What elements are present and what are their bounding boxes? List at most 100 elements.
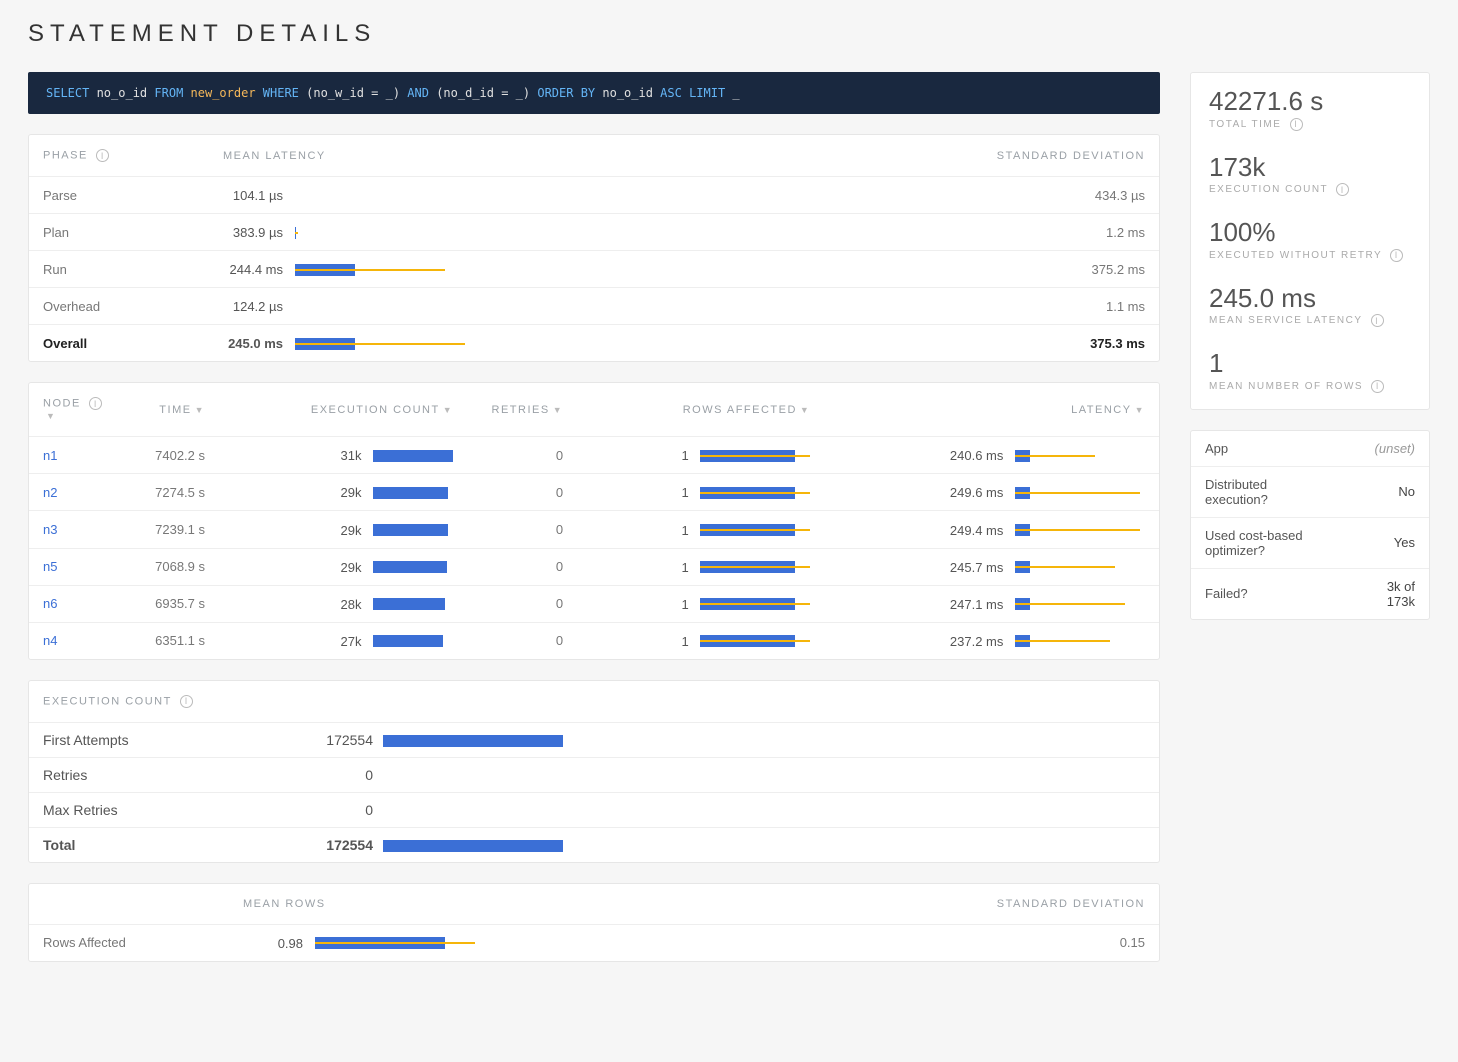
std-dev-header[interactable]: Standard Deviation [959, 135, 1159, 177]
info-icon[interactable]: i [1371, 380, 1384, 393]
exec-value: 0 [303, 767, 373, 783]
time-value: 7402.2 s [129, 437, 219, 474]
phase-latency-panel: Phase i Mean Latency Standard Deviation … [28, 134, 1160, 362]
rows-affected-table: Mean Rows Standard Deviation Rows Affect… [29, 884, 1159, 961]
rows-value: 1 [577, 474, 824, 511]
mean-rows-header[interactable]: Mean Rows [229, 884, 959, 925]
exec-count-value: 31k [219, 437, 467, 474]
stat-total-time: 42271.6 s Total Time i [1191, 73, 1429, 139]
exec-count-row: First Attempts 172554 [29, 723, 1159, 758]
phase-label: Parse [29, 177, 209, 214]
rows-value: 1 [577, 622, 824, 659]
info-icon[interactable]: i [1336, 183, 1349, 196]
info-icon[interactable]: i [1390, 249, 1403, 262]
sort-caret-icon[interactable]: ▼ [46, 411, 56, 421]
exec-count-value: 29k [219, 474, 467, 511]
mean-latency-value: 383.9 µs [209, 214, 959, 251]
std-dev-value: 0.15 [959, 924, 1159, 961]
time-header[interactable]: Time▼ [129, 383, 219, 437]
table-row: n3 7239.1 s 29k 0 1 249.4 ms [29, 511, 1159, 548]
phase-latency-table: Phase i Mean Latency Standard Deviation … [29, 135, 1159, 361]
rows-value: 1 [577, 548, 824, 585]
node-stats-panel: Node i ▼ Time▼ Execution Count▼ Retries▼ [28, 382, 1160, 659]
mean-latency-header[interactable]: Mean Latency [209, 135, 959, 177]
rows-value: 1 [577, 437, 824, 474]
meta-failed-row: Failed? 3k of 173k [1191, 568, 1429, 619]
info-icon[interactable]: i [1371, 314, 1384, 327]
node-link[interactable]: n3 [29, 511, 129, 548]
retries-value: 0 [467, 511, 577, 548]
exec-count-value: 29k [219, 548, 467, 585]
sort-caret-icon[interactable]: ▼ [195, 405, 205, 415]
exec-count-row: Retries 0 [29, 758, 1159, 793]
latency-value: 245.7 ms [824, 548, 1159, 585]
exec-count-value: 29k [219, 511, 467, 548]
std-dev-value: 1.2 ms [959, 214, 1159, 251]
sort-caret-icon[interactable]: ▼ [553, 405, 563, 415]
exec-label: Max Retries [43, 802, 303, 818]
info-icon[interactable]: i [96, 149, 109, 162]
exec-count-value: 28k [219, 585, 467, 622]
phase-label: Overhead [29, 288, 209, 325]
rows-value: 1 [577, 511, 824, 548]
time-value: 6935.7 s [129, 585, 219, 622]
sort-caret-icon[interactable]: ▼ [1135, 405, 1145, 415]
table-row: n2 7274.5 s 29k 0 1 249.6 ms [29, 474, 1159, 511]
table-row: n5 7068.9 s 29k 0 1 245.7 ms [29, 548, 1159, 585]
summary-panel: 42271.6 s Total Time i 173k Execution Co… [1190, 72, 1430, 410]
phase-label: Plan [29, 214, 209, 251]
node-header[interactable]: Node i ▼ [29, 383, 129, 437]
mean-rows-value: 0.98 [229, 924, 959, 961]
rows-header[interactable]: Rows Affected▼ [577, 383, 824, 437]
phase-header[interactable]: Phase i [29, 135, 209, 177]
exec-value: 172554 [303, 837, 373, 853]
sql-statement: SELECT no_o_id FROM new_order WHERE (no_… [28, 72, 1160, 114]
sort-caret-icon[interactable]: ▼ [800, 405, 810, 415]
table-row: Run 244.4 ms 375.2 ms [29, 251, 1159, 288]
mean-latency-value: 104.1 µs [209, 177, 959, 214]
std-dev-value: 375.2 ms [959, 251, 1159, 288]
exec-count-row: Max Retries 0 [29, 793, 1159, 828]
node-link[interactable]: n5 [29, 548, 129, 585]
latency-value: 249.6 ms [824, 474, 1159, 511]
info-icon[interactable]: i [1290, 118, 1303, 131]
time-value: 7274.5 s [129, 474, 219, 511]
time-value: 7068.9 s [129, 548, 219, 585]
std-dev-header[interactable]: Standard Deviation [959, 884, 1159, 925]
std-dev-value: 375.3 ms [959, 325, 1159, 362]
retries-value: 0 [467, 585, 577, 622]
exec-count-value: 27k [219, 622, 467, 659]
node-link[interactable]: n4 [29, 622, 129, 659]
stat-exec-count: 173k Execution Count i [1191, 139, 1429, 205]
node-link[interactable]: n2 [29, 474, 129, 511]
execution-count-header: Execution Count i [29, 681, 1159, 723]
sort-caret-icon[interactable]: ▼ [443, 405, 453, 415]
meta-panel: App (unset) Distributed execution? No Us… [1190, 430, 1430, 620]
rows-affected-label: Rows Affected [29, 924, 229, 961]
node-link[interactable]: n1 [29, 437, 129, 474]
retries-header[interactable]: Retries▼ [467, 383, 577, 437]
retries-value: 0 [467, 437, 577, 474]
execution-count-panel: Execution Count i First Attempts 172554 … [28, 680, 1160, 863]
meta-cost-row: Used cost-based optimizer? Yes [1191, 517, 1429, 568]
table-row: Overall 245.0 ms 375.3 ms [29, 325, 1159, 362]
stat-no-retry: 100% Executed Without Retry i [1191, 204, 1429, 270]
table-row: Parse 104.1 µs 434.3 µs [29, 177, 1159, 214]
info-icon[interactable]: i [89, 397, 102, 410]
table-row: Overhead 124.2 µs 1.1 ms [29, 288, 1159, 325]
exec-count-header[interactable]: Execution Count▼ [219, 383, 467, 437]
std-dev-value: 434.3 µs [959, 177, 1159, 214]
retries-value: 0 [467, 548, 577, 585]
node-link[interactable]: n6 [29, 585, 129, 622]
latency-header[interactable]: Latency▼ [824, 383, 1159, 437]
rows-value: 1 [577, 585, 824, 622]
table-row: n6 6935.7 s 28k 0 1 247.1 ms [29, 585, 1159, 622]
table-row: Rows Affected 0.98 0.15 [29, 924, 1159, 961]
table-row: n1 7402.2 s 31k 0 1 240.6 ms [29, 437, 1159, 474]
table-row: n4 6351.1 s 27k 0 1 237.2 ms [29, 622, 1159, 659]
latency-value: 240.6 ms [824, 437, 1159, 474]
retries-value: 0 [467, 474, 577, 511]
info-icon[interactable]: i [180, 695, 193, 708]
stat-mean-rows: 1 Mean Number of Rows i [1191, 335, 1429, 409]
latency-value: 249.4 ms [824, 511, 1159, 548]
